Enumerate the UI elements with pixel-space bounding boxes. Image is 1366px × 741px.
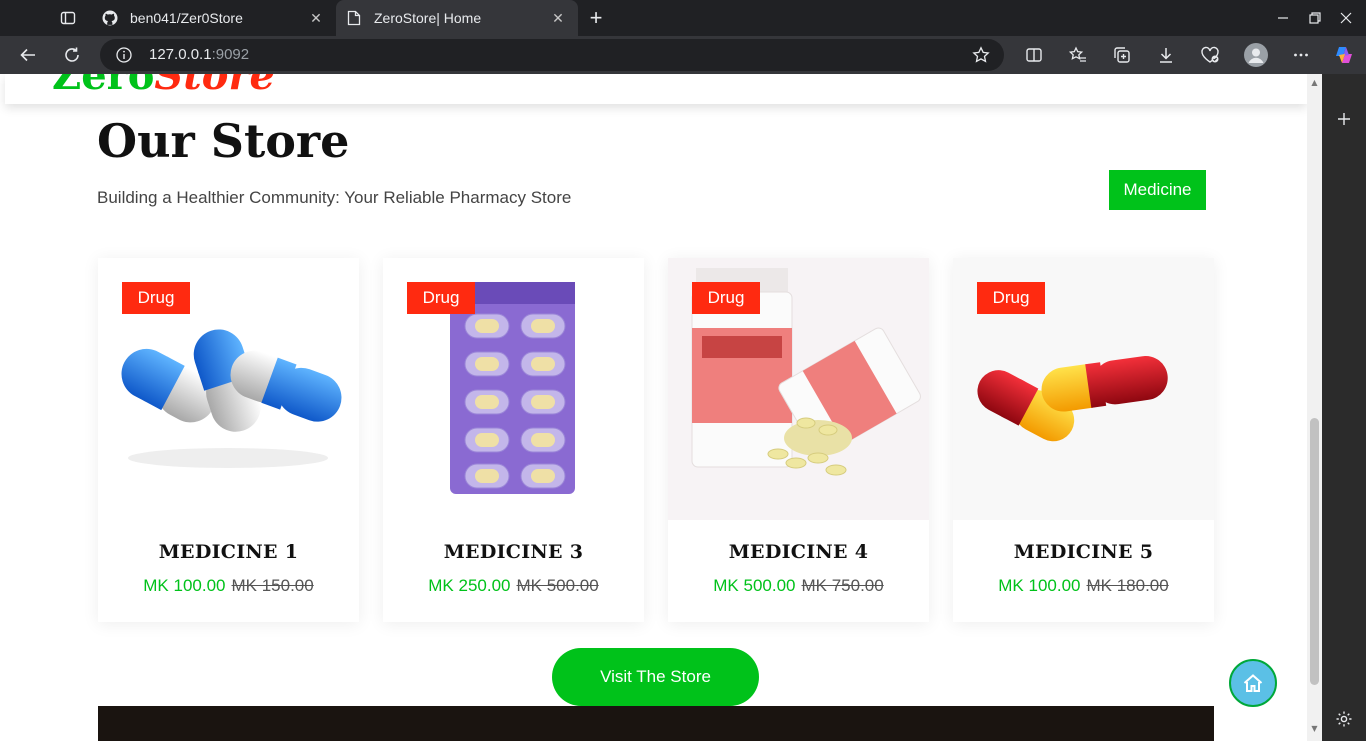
product-old-price: MK 500.00 bbox=[516, 576, 599, 595]
web-page: ZeroStore Our Store Building a Healthier… bbox=[0, 74, 1307, 741]
product-prices: MK 500.00 MK 750.00 bbox=[668, 576, 929, 596]
url-text: 127.0.0.1:9092 bbox=[149, 46, 249, 63]
product-old-price: MK 180.00 bbox=[1086, 576, 1169, 595]
product-name[interactable]: MEDICINE 3 bbox=[383, 541, 644, 563]
favorite-star-icon[interactable] bbox=[972, 46, 990, 64]
tab-title: ZeroStore| Home bbox=[374, 10, 482, 26]
home-icon bbox=[1243, 674, 1263, 692]
product-card[interactable]: Drug MEDICINE 1 MK 100.00 MK 150.00 bbox=[98, 258, 359, 622]
product-card[interactable]: Drug MEDICINE 4 MK 500.00 MK 750.00 bbox=[668, 258, 929, 622]
close-tab-icon[interactable]: ✕ bbox=[548, 8, 568, 28]
browser-toolbar: 127.0.0.1:9092 bbox=[0, 36, 1366, 74]
product-tag[interactable]: Drug bbox=[977, 282, 1045, 314]
scrollbar-thumb[interactable] bbox=[1310, 418, 1319, 685]
product-name[interactable]: MEDICINE 5 bbox=[953, 541, 1214, 563]
copilot-icon[interactable] bbox=[1330, 41, 1358, 69]
tab-zerostore-home[interactable]: ZeroStore| Home ✕ bbox=[336, 0, 578, 36]
downloads-icon[interactable] bbox=[1152, 41, 1180, 69]
close-window-icon[interactable] bbox=[1326, 0, 1366, 36]
collections-icon[interactable] bbox=[1108, 41, 1136, 69]
product-price: MK 500.00 bbox=[713, 576, 796, 595]
back-icon[interactable] bbox=[14, 41, 42, 69]
product-card[interactable]: Drug MEDICINE 3 MK 250.00 MK 500.00 bbox=[383, 258, 644, 622]
add-sidebar-app-icon[interactable] bbox=[1333, 108, 1355, 130]
product-name[interactable]: MEDICINE 1 bbox=[98, 541, 359, 563]
site-header: ZeroStore bbox=[5, 74, 1307, 104]
tab-actions-icon[interactable] bbox=[55, 7, 81, 29]
profile-avatar-icon[interactable] bbox=[1242, 41, 1270, 69]
more-menu-icon[interactable] bbox=[1287, 41, 1315, 69]
back-to-top-button[interactable] bbox=[1229, 659, 1277, 707]
page-subtitle: Building a Healthier Community: Your Rel… bbox=[97, 188, 572, 207]
site-info-icon[interactable] bbox=[116, 47, 132, 63]
banner-section bbox=[98, 706, 1214, 741]
logo-part-zero: Zero bbox=[52, 74, 155, 99]
site-logo[interactable]: ZeroStore bbox=[52, 74, 275, 99]
product-tag[interactable]: Drug bbox=[407, 282, 475, 314]
new-tab-icon[interactable]: + bbox=[584, 5, 608, 30]
reload-icon[interactable] bbox=[58, 41, 86, 69]
split-screen-icon[interactable] bbox=[1020, 41, 1048, 69]
product-price: MK 100.00 bbox=[998, 576, 1081, 595]
tab-github[interactable]: ben041/Zer0Store ✕ bbox=[92, 0, 336, 36]
favorites-icon[interactable] bbox=[1064, 41, 1092, 69]
tab-title: ben041/Zer0Store bbox=[130, 10, 243, 26]
product-card[interactable]: Drug MEDICINE 5 MK 100.00 MK 180.00 bbox=[953, 258, 1214, 622]
scroll-down-icon[interactable]: ▼ bbox=[1310, 724, 1319, 733]
product-prices: MK 100.00 MK 180.00 bbox=[953, 576, 1214, 596]
product-price: MK 250.00 bbox=[428, 576, 511, 595]
product-old-price: MK 150.00 bbox=[231, 576, 314, 595]
scroll-up-icon[interactable]: ▲ bbox=[1310, 78, 1319, 87]
url-port: :9092 bbox=[211, 46, 250, 63]
product-tag[interactable]: Drug bbox=[122, 282, 190, 314]
product-name[interactable]: MEDICINE 4 bbox=[668, 541, 929, 563]
logo-part-store: Store bbox=[154, 74, 275, 99]
product-price: MK 100.00 bbox=[143, 576, 226, 595]
visit-store-button[interactable]: Visit The Store bbox=[552, 648, 759, 706]
product-prices: MK 250.00 MK 500.00 bbox=[383, 576, 644, 596]
product-tag[interactable]: Drug bbox=[692, 282, 760, 314]
product-old-price: MK 750.00 bbox=[801, 576, 884, 595]
browser-essentials-icon[interactable] bbox=[1196, 41, 1224, 69]
sidebar-settings-gear-icon[interactable] bbox=[1333, 708, 1355, 730]
edge-sidebar bbox=[1322, 74, 1366, 741]
page-title: Our Store bbox=[97, 114, 350, 168]
product-prices: MK 100.00 MK 150.00 bbox=[98, 576, 359, 596]
browser-tab-bar: ben041/Zer0Store ✕ ZeroStore| Home ✕ + bbox=[0, 0, 1366, 36]
category-filter-medicine[interactable]: Medicine bbox=[1109, 170, 1206, 210]
page-icon bbox=[346, 10, 362, 26]
address-bar[interactable]: 127.0.0.1:9092 bbox=[100, 39, 1004, 71]
url-host: 127.0.0.1 bbox=[149, 46, 212, 63]
github-icon bbox=[102, 10, 118, 26]
close-tab-icon[interactable]: ✕ bbox=[306, 8, 326, 28]
